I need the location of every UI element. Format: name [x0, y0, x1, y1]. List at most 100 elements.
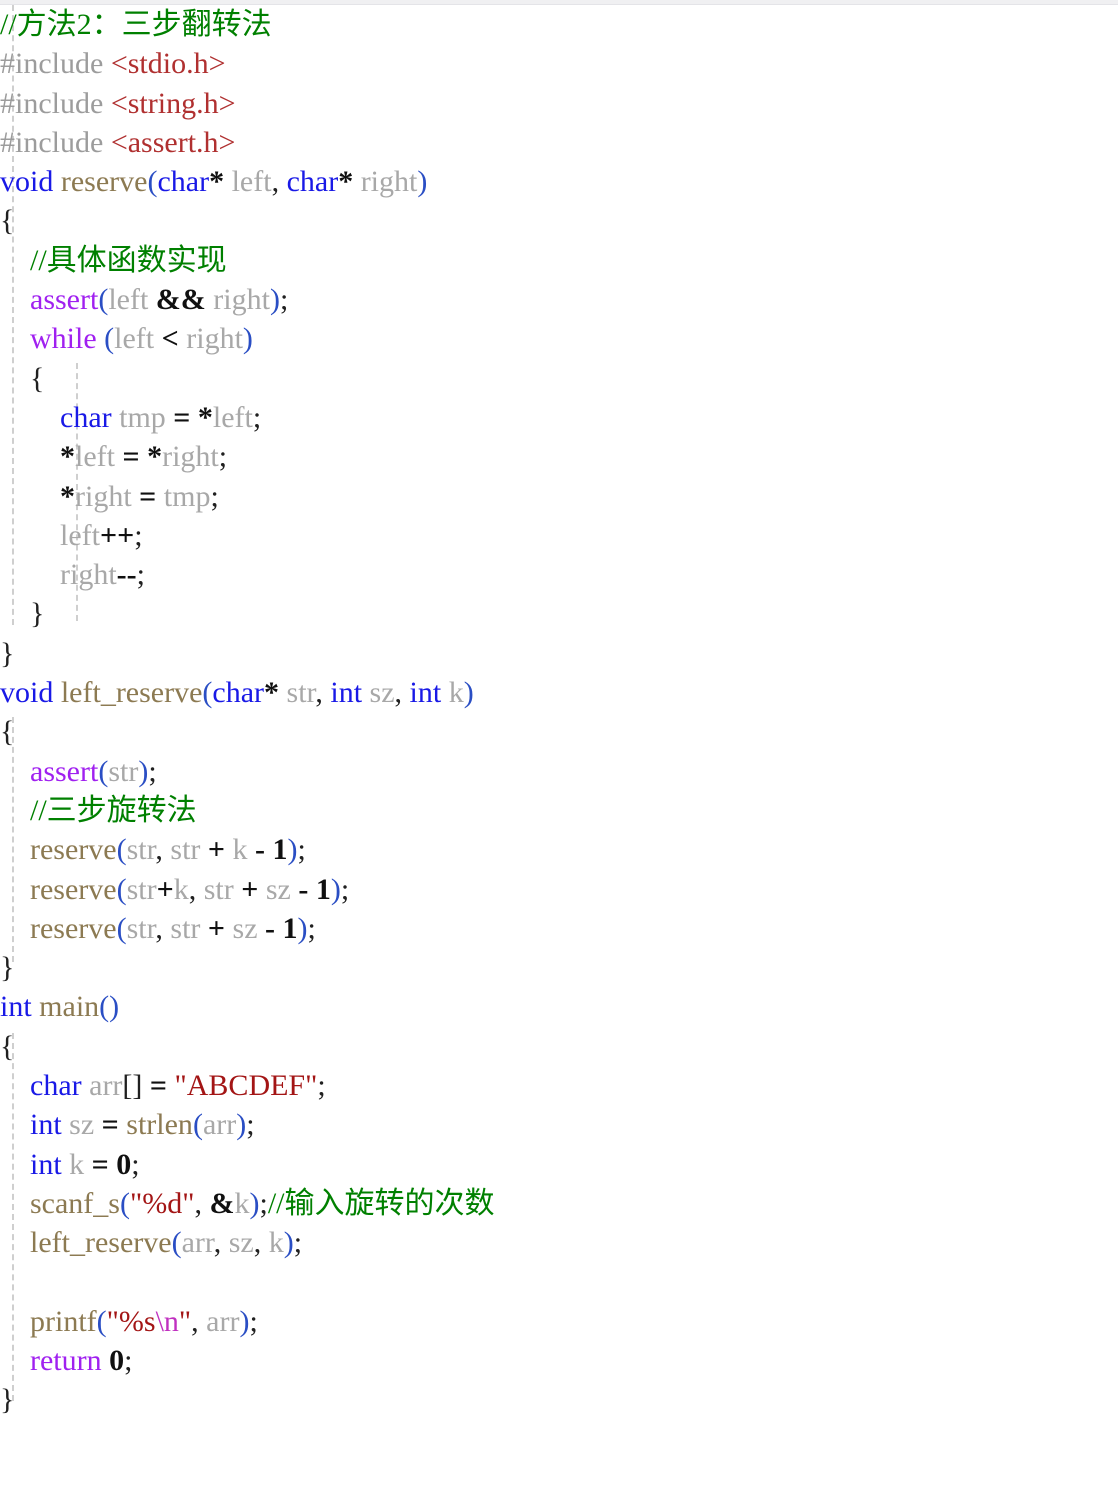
code-token: (: [98, 283, 109, 317]
code-line[interactable]: *right = tmp;: [0, 477, 1118, 516]
code-token: ;: [307, 911, 316, 945]
code-line[interactable]: #include <stdio.h>: [0, 44, 1118, 83]
code-line[interactable]: void left_reserve(char* str, int sz, int…: [0, 673, 1118, 712]
code-token: int: [0, 990, 32, 1024]
code-line[interactable]: while (left < right): [0, 319, 1118, 358]
code-line[interactable]: printf("%s\n", arr);: [0, 1302, 1118, 1341]
code-token: ;: [124, 1344, 133, 1378]
code-token: printf: [30, 1304, 97, 1338]
code-line[interactable]: //三步旋转法: [0, 791, 1118, 830]
code-line[interactable]: reserve(str, str + k - 1);: [0, 830, 1118, 869]
code-token: arr: [181, 1226, 214, 1260]
code-line[interactable]: *left = *right;: [0, 437, 1118, 476]
code-token: }: [0, 1383, 15, 1417]
code-editor-surface[interactable]: //方法2：三步翻转法 #include <stdio.h> #include <s…: [0, 5, 1118, 1497]
code-token: str: [126, 911, 156, 945]
code-token: =: [91, 1147, 109, 1181]
code-line[interactable]: {: [0, 201, 1118, 240]
code-token: (: [96, 1304, 107, 1338]
code-line[interactable]: int main(): [0, 987, 1118, 1026]
code-token: assert: [30, 754, 99, 788]
code-token: left: [212, 400, 253, 434]
code-token: tmp: [156, 479, 211, 513]
code-line[interactable]: reserve(str+k, str + sz - 1);: [0, 870, 1118, 909]
code-line[interactable]: return 0;: [0, 1341, 1118, 1380]
code-line[interactable]: //方法2：三步翻转法: [0, 5, 1118, 44]
code-token: -: [265, 911, 276, 945]
code-token: scanf_s: [30, 1186, 120, 1220]
code-line[interactable]: [0, 1263, 1118, 1302]
code-line[interactable]: assert(left && right);: [0, 280, 1118, 319]
code-token: str: [126, 833, 156, 867]
code-line[interactable]: }: [0, 594, 1118, 633]
code-token: +: [207, 833, 226, 867]
code-token: //三步旋转法: [30, 793, 197, 827]
code-token: str: [279, 676, 316, 710]
code-line[interactable]: left_reserve(arr, sz, k);: [0, 1223, 1118, 1262]
code-token: 1: [282, 911, 298, 945]
code-line[interactable]: right--;: [0, 555, 1118, 594]
code-line[interactable]: int k = 0;: [0, 1145, 1118, 1184]
code-line[interactable]: scanf_s("%d", &k);//输入旋转的次数: [0, 1184, 1118, 1223]
code-line[interactable]: int sz = strlen(arr);: [0, 1105, 1118, 1144]
code-token: ,: [155, 833, 171, 867]
code-line[interactable]: left++;: [0, 516, 1118, 555]
code-token: ): [239, 1304, 250, 1338]
code-token: -: [255, 833, 266, 867]
code-token: arr: [206, 1304, 240, 1338]
code-token: ): [249, 1186, 260, 1220]
code-token: <assert.h>: [110, 125, 236, 159]
code-token: =: [139, 479, 157, 513]
code-token: k: [441, 676, 464, 710]
code-token: #include: [0, 47, 111, 81]
code-line[interactable]: {: [0, 1027, 1118, 1066]
code-token: ,: [271, 165, 287, 199]
code-token: ,: [194, 1186, 210, 1220]
code-token: ;: [249, 1304, 258, 1338]
code-token: k: [234, 1186, 250, 1220]
code-line[interactable]: reserve(str, str + sz - 1);: [0, 909, 1118, 948]
code-token: (: [119, 1186, 130, 1220]
code-token: (: [171, 1226, 182, 1260]
code-token: ,: [191, 1304, 207, 1338]
code-token: (: [116, 911, 127, 945]
code-token: left: [60, 518, 100, 552]
code-token: +: [156, 872, 174, 906]
code-token: ;: [297, 833, 306, 867]
code-line[interactable]: {: [0, 359, 1118, 398]
code-token: []: [122, 1069, 150, 1103]
code-token: 1: [272, 833, 288, 867]
code-token: *: [264, 676, 280, 710]
code-token: (: [116, 872, 127, 906]
code-token: *: [197, 400, 213, 434]
code-token: ): [287, 833, 298, 867]
code-content[interactable]: //方法2：三步翻转法 #include <stdio.h> #include <s…: [0, 5, 1118, 1420]
code-line[interactable]: char tmp = *left;: [0, 398, 1118, 437]
code-token: char: [286, 165, 339, 199]
code-token: ): [463, 676, 474, 710]
code-line[interactable]: assert(str);: [0, 752, 1118, 791]
code-token: sz: [61, 1108, 102, 1142]
code-line[interactable]: void reserve(char* left, char* right): [0, 162, 1118, 201]
code-token: ): [138, 754, 149, 788]
code-token: left: [108, 283, 156, 317]
code-token: arr: [202, 1108, 237, 1142]
code-token: assert: [30, 283, 99, 317]
code-line[interactable]: {: [0, 712, 1118, 751]
code-line[interactable]: #include <string.h>: [0, 84, 1118, 123]
code-line[interactable]: #include <assert.h>: [0, 123, 1118, 162]
code-line[interactable]: }: [0, 1380, 1118, 1419]
code-line[interactable]: //具体函数实现: [0, 241, 1118, 280]
code-line[interactable]: char arr[] = "ABCDEF";: [0, 1066, 1118, 1105]
code-line[interactable]: }: [0, 634, 1118, 673]
code-line[interactable]: }: [0, 948, 1118, 987]
